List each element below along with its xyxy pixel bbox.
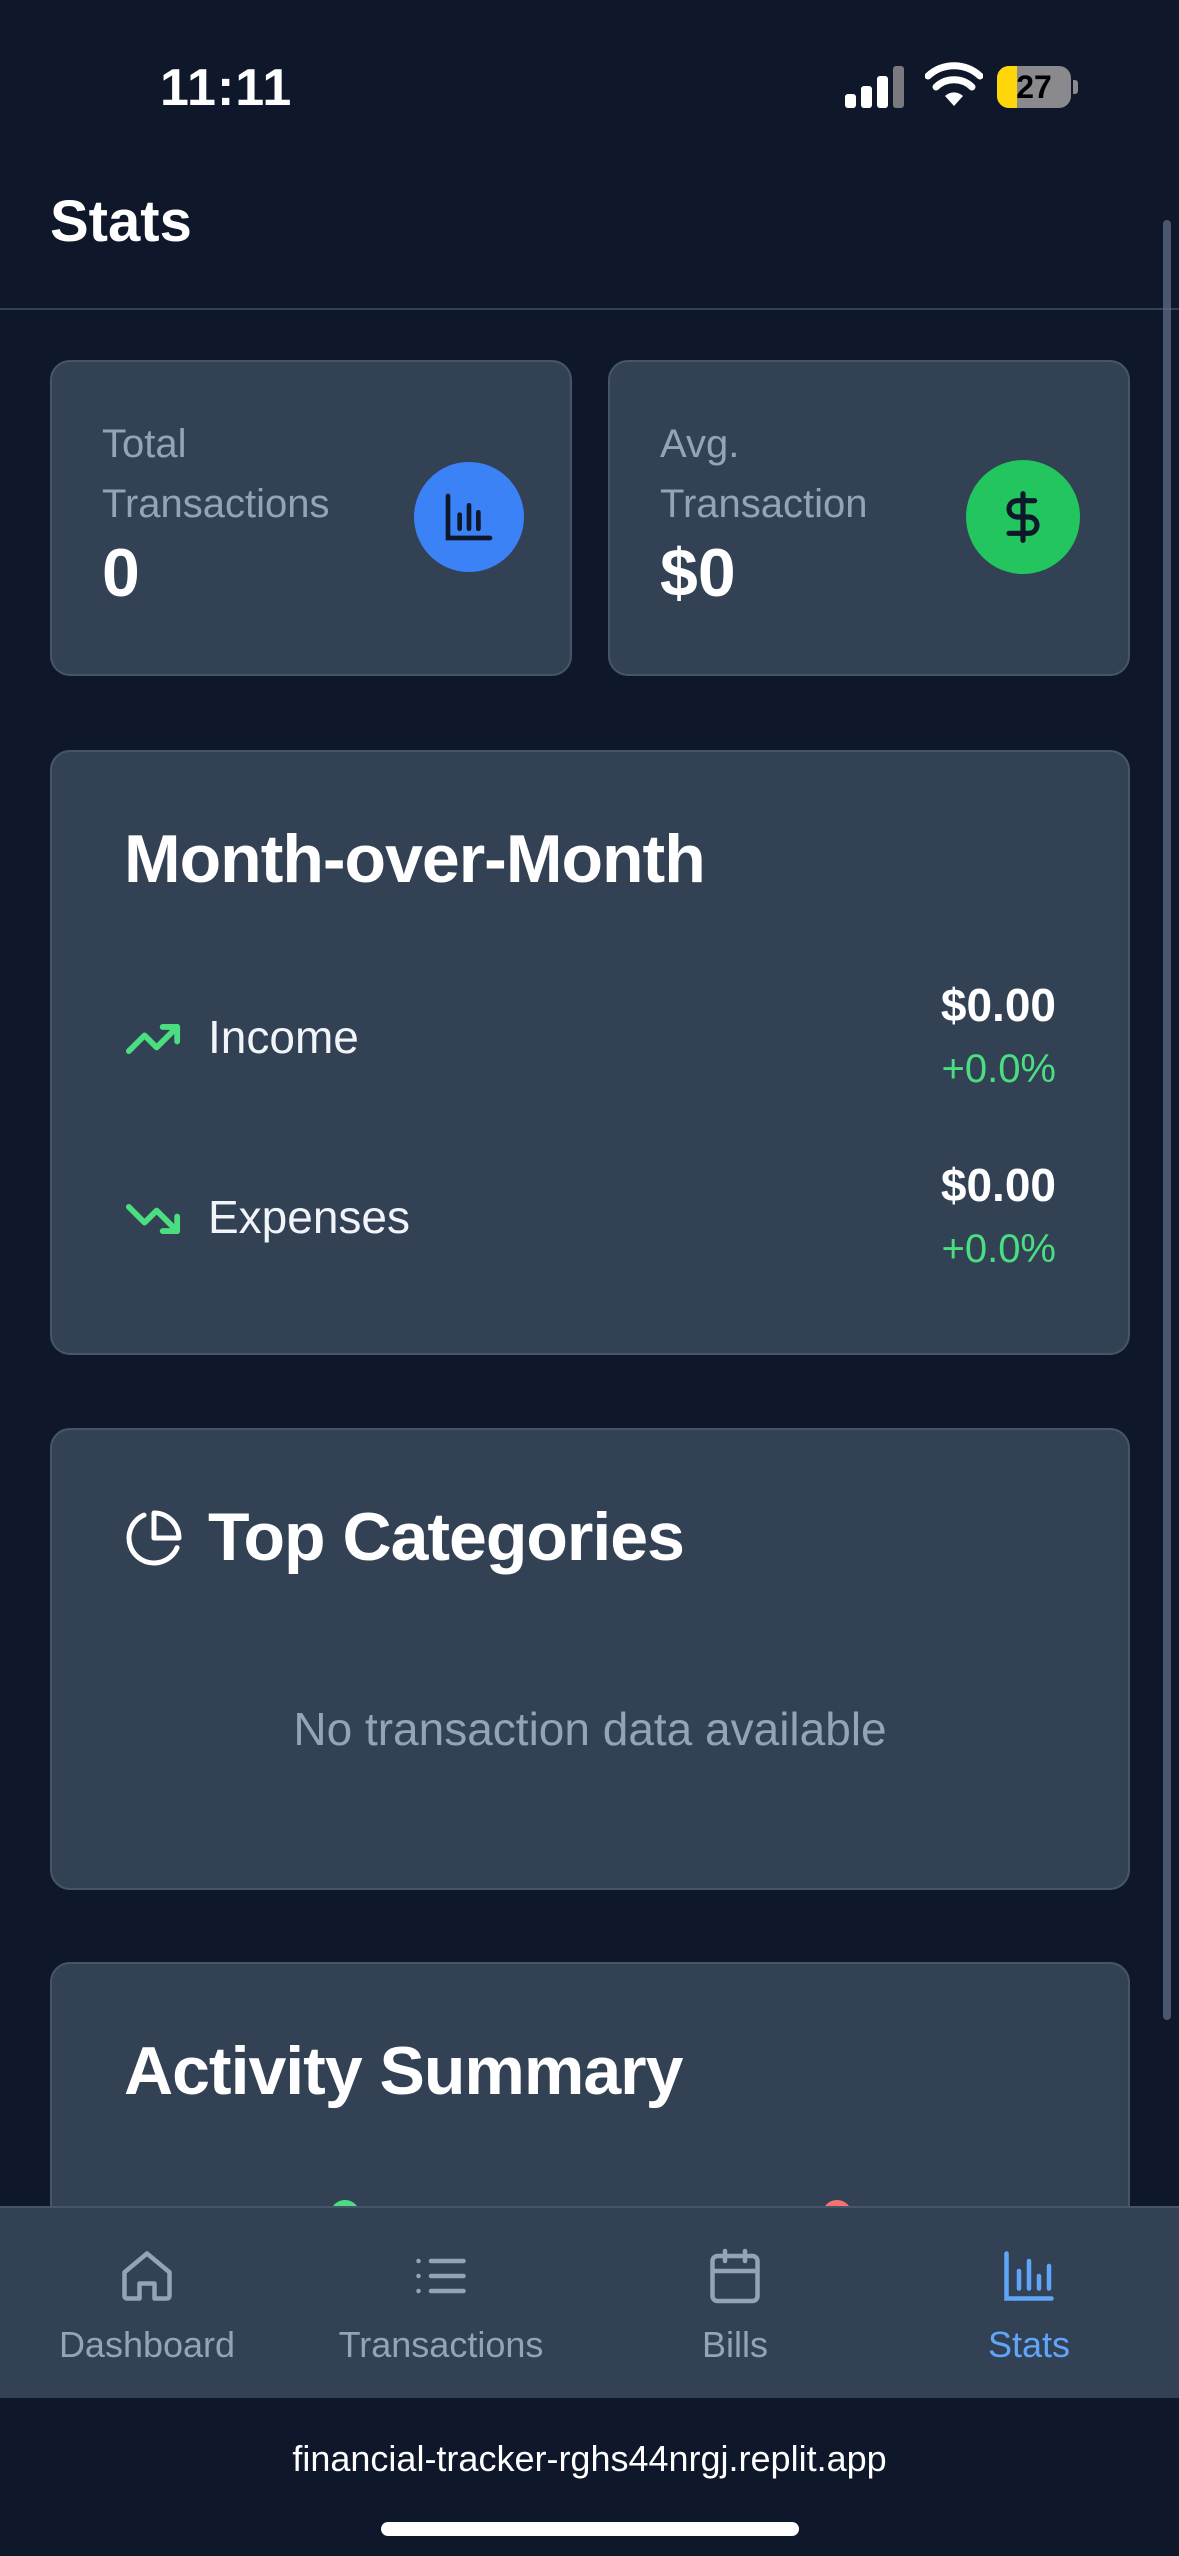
browser-url-bar: financial-tracker-rghs44nrgj.replit.app	[0, 2398, 1179, 2556]
home-icon	[122, 2251, 172, 2301]
nav-label-transactions: Transactions	[338, 2324, 544, 2365]
battery-icon: 27	[997, 66, 1078, 108]
status-time: 11:11	[160, 59, 293, 117]
income-amount: $0.00	[940, 979, 1056, 1031]
nav-label-stats: Stats	[987, 2324, 1071, 2365]
nav-item-transactions[interactable]: Transactions	[294, 2208, 588, 2400]
total-transactions-card: Total Transactions 0	[50, 360, 572, 676]
top-categories-card: Top Categories No transaction data avail…	[50, 1428, 1130, 1890]
income-label: Income	[208, 1011, 359, 1063]
income-change: +0.0%	[941, 1047, 1056, 1091]
page-title: Stats	[50, 189, 192, 254]
scrollbar[interactable]	[1163, 220, 1171, 2020]
month-over-month-title: Month-over-Month	[124, 821, 706, 897]
activity-summary-title: Activity Summary	[124, 2033, 683, 2109]
url-text[interactable]: financial-tracker-rghs44nrgj.replit.app	[0, 2438, 1179, 2480]
page-header: Stats	[0, 150, 1179, 310]
bar-chart-icon	[1004, 2251, 1054, 2301]
avg-transaction-value: $0	[660, 535, 736, 611]
cellular-signal-icon	[845, 66, 904, 108]
empty-state-message: No transaction data available	[293, 1703, 887, 1755]
avg-transaction-label: Avg. Transaction	[660, 422, 868, 526]
home-indicator[interactable]	[381, 2522, 799, 2536]
calendar-icon	[710, 2248, 760, 2304]
expenses-label: Expenses	[208, 1191, 411, 1243]
wifi-icon	[925, 62, 983, 106]
total-transactions-value: 0	[102, 535, 140, 611]
avg-transaction-card: Avg. Transaction $0	[608, 360, 1130, 676]
dollar-icon	[966, 460, 1080, 574]
bar-chart-icon	[414, 462, 524, 572]
pie-chart-icon	[126, 1510, 182, 1566]
status-bar: 11:11 27	[0, 0, 1179, 150]
total-transactions-label: Total Transactions	[102, 422, 330, 526]
nav-label-dashboard: Dashboard	[58, 2324, 236, 2365]
expenses-amount: $0.00	[940, 1159, 1056, 1211]
trending-down-icon	[125, 1204, 181, 1234]
nav-item-stats[interactable]: Stats	[882, 2208, 1176, 2400]
nav-item-bills[interactable]: Bills	[588, 2208, 882, 2400]
nav-label-bills: Bills	[701, 2324, 768, 2365]
trending-up-icon	[125, 1024, 181, 1054]
nav-item-dashboard[interactable]: Dashboard	[0, 2208, 294, 2400]
bottom-nav: Dashboard Transactions Bills Stats	[0, 2206, 1179, 2400]
battery-percentage: 27	[1016, 69, 1052, 105]
expenses-change: +0.0%	[941, 1227, 1056, 1271]
top-categories-title: Top Categories	[208, 1499, 685, 1575]
month-over-month-card: Month-over-Month Income $0.00 +0.0% Expe…	[50, 750, 1130, 1355]
list-icon	[416, 2258, 466, 2294]
